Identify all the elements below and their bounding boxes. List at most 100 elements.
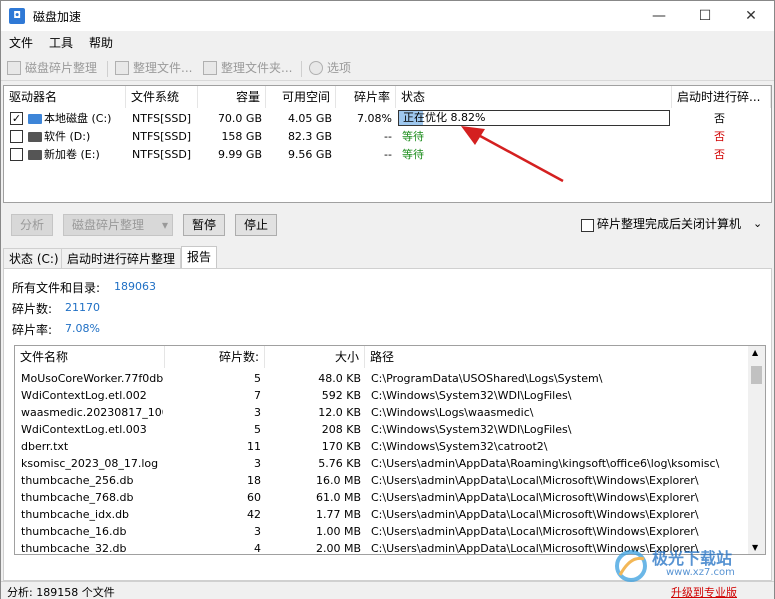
table-row[interactable]: WdiContextLog.etl.002 7 592 KB C:\Windows\S…	[15, 387, 747, 404]
file-name: MoUsoCoreWorker.77f0db...	[21, 372, 163, 385]
drive-row-d[interactable]: 软件 (D:) NTFS[SSD] 158 GB 82.3 GB -- 等待 否	[4, 128, 771, 145]
file-name: thumbcache_768.db	[21, 491, 134, 504]
col-drive-name[interactable]: 驱动器名	[4, 86, 126, 108]
file-path: C:\Windows\Logs\waasmedic\	[371, 406, 534, 419]
file-path: C:\Windows\System32\catroot2\	[371, 440, 548, 453]
tab-status[interactable]: 状态 (C:)	[3, 248, 65, 268]
tab-boot-defrag[interactable]: 启动时进行碎片整理	[61, 248, 182, 268]
all-files-value: 189063	[114, 280, 156, 293]
maximize-button[interactable]: ☐	[682, 1, 728, 31]
file-frag-count: 60	[247, 491, 261, 504]
drive-icon	[28, 132, 42, 142]
file-size: 5.76 KB	[318, 457, 361, 470]
table-row[interactable]: thumbcache_16.db 3 1.00 MB C:\Users\admin\A…	[15, 523, 747, 540]
table-row[interactable]: thumbcache_768.db 60 61.0 MB C:\Users\admin…	[15, 489, 747, 506]
defrag-folder-button[interactable]: 整理文件夹...	[203, 59, 292, 79]
col-free-space[interactable]: 可用空间	[266, 86, 336, 108]
tab-report[interactable]: 报告	[181, 246, 218, 269]
all-files-label: 所有文件和目录:	[12, 281, 101, 295]
file-frag-count: 3	[254, 406, 261, 419]
table-row[interactable]: thumbcache_idx.db 42 1.77 MB C:\Users\admin…	[15, 506, 747, 523]
col-frag-rate[interactable]: 碎片率	[336, 86, 396, 108]
drive-list: 驱动器名 文件系统 容量 可用空间 碎片率 状态 启动时进行碎... ✓ 本地磁…	[3, 85, 772, 203]
drive-name: 本地磁盘 (C:)	[44, 112, 112, 125]
drive-checkbox[interactable]	[10, 148, 23, 161]
file-size: 170 KB	[321, 440, 361, 453]
upgrade-link[interactable]: 升级到专业版	[671, 584, 737, 599]
drive-checkbox[interactable]	[10, 130, 23, 143]
drive-free: 82.3 GB	[287, 130, 332, 143]
pause-button[interactable]: 暂停	[183, 214, 225, 236]
minimize-button[interactable]: —	[636, 1, 682, 31]
file-size: 2.00 MB	[315, 542, 361, 555]
drive-checkbox[interactable]: ✓	[10, 112, 23, 125]
table-row[interactable]: WdiContextLog.etl.003 5 208 KB C:\Windows\S…	[15, 421, 747, 438]
table-row[interactable]: thumbcache_256.db 18 16.0 MB C:\Users\admin…	[15, 472, 747, 489]
drive-row-c[interactable]: ✓ 本地磁盘 (C:) NTFS[SSD] 70.0 GB 4.05 GB 7.…	[4, 110, 771, 127]
file-frag-count: 4	[254, 542, 261, 555]
file-name: waasmedic.20230817_100...	[21, 406, 163, 419]
scroll-thumb[interactable]	[751, 366, 762, 384]
drive-capacity: 70.0 GB	[217, 112, 262, 125]
drive-row-e[interactable]: 新加卷 (E:) NTFS[SSD] 9.99 GB 9.56 GB -- 等待…	[4, 146, 771, 163]
file-name: dberr.txt	[21, 440, 69, 453]
scroll-up-icon[interactable]: ▲	[752, 348, 758, 357]
chevron-down-icon[interactable]: ⌄	[753, 217, 762, 230]
file-name: thumbcache_32.db	[21, 542, 127, 555]
drive-free: 4.05 GB	[287, 112, 332, 125]
menu-file[interactable]: 文件	[9, 34, 33, 51]
col-boot-defrag[interactable]: 启动时进行碎...	[672, 86, 771, 108]
file-path: C:\Users\admin\AppData\Local\Microsoft\W…	[371, 508, 699, 521]
windows-drive-icon	[28, 114, 42, 124]
col-filesystem[interactable]: 文件系统	[126, 86, 198, 108]
vertical-scrollbar[interactable]: ▲ ▼	[748, 346, 765, 554]
file-path: C:\Users\admin\AppData\Local\Microsoft\W…	[371, 525, 699, 538]
menu-tools[interactable]: 工具	[49, 34, 73, 51]
file-name: WdiContextLog.etl.003	[21, 423, 147, 436]
file-size: 1.77 MB	[315, 508, 361, 521]
drive-capacity: 158 GB	[221, 130, 262, 143]
table-row[interactable]: waasmedic.20230817_100... 3 12.0 KB C:\Wind…	[15, 404, 747, 421]
gear-icon	[309, 61, 323, 75]
shutdown-checkbox[interactable]	[581, 219, 594, 232]
col-file-name[interactable]: 文件名称	[15, 346, 165, 368]
file-path: C:\Windows\System32\WDI\LogFiles\	[371, 389, 572, 402]
watermark-text: 极光下载站	[652, 549, 733, 568]
table-row[interactable]: dberr.txt 11 170 KB C:\Windows\System32\cat…	[15, 438, 747, 455]
defrag-toolbar-button[interactable]: 磁盘碎片整理	[7, 59, 97, 79]
drive-icon	[28, 150, 42, 160]
options-button[interactable]: 选项	[309, 59, 351, 79]
drive-frag: --	[384, 148, 392, 161]
frag-rate-value: 7.08%	[65, 322, 100, 335]
col-path[interactable]: 路径	[365, 346, 747, 368]
file-frag-count: 18	[247, 474, 261, 487]
drive-fs: NTFS[SSD]	[132, 112, 192, 125]
defrag-mode-label: 磁盘碎片整理	[72, 218, 145, 232]
col-capacity[interactable]: 容量	[198, 86, 266, 108]
drive-free: 9.56 GB	[287, 148, 332, 161]
file-name: ksomisc_2023_08_17.log	[21, 457, 159, 470]
frag-count-value: 21170	[65, 301, 100, 314]
defrag-file-button[interactable]: 整理文件...	[115, 59, 192, 79]
col-size[interactable]: 大小	[265, 346, 365, 368]
menu-bar: 文件 工具 帮助	[1, 31, 774, 53]
col-frag-count[interactable]: 碎片数:	[165, 346, 265, 368]
file-name: thumbcache_16.db	[21, 525, 127, 538]
status-text: 分析: 189158 个文件	[7, 586, 115, 599]
annotation-arrow	[461, 126, 564, 183]
tab-bar: 状态 (C:) 启动时进行碎片整理 报告	[3, 246, 772, 269]
file-frag-count: 5	[254, 423, 261, 436]
drive-boot: 否	[714, 148, 725, 161]
watermark: 极光下载站 www.xz7.com	[614, 545, 764, 585]
defrag-toolbar-label: 磁盘碎片整理	[25, 61, 98, 75]
col-status[interactable]: 状态	[396, 86, 672, 108]
menu-help[interactable]: 帮助	[89, 34, 113, 51]
analyze-button[interactable]: 分析	[11, 214, 53, 236]
table-row[interactable]: ksomisc_2023_08_17.log 3 5.76 KB C:\Users\a…	[15, 455, 747, 472]
file-name: thumbcache_idx.db	[21, 508, 130, 521]
table-row[interactable]: MoUsoCoreWorker.77f0db... 5 48.0 KB C:\Prog…	[15, 370, 747, 387]
close-button[interactable]: ✕	[728, 1, 774, 31]
stop-button[interactable]: 停止	[235, 214, 277, 236]
defrag-mode-dropdown[interactable]: 磁盘碎片整理 ▾	[63, 214, 173, 236]
file-frag-count: 5	[254, 372, 261, 385]
